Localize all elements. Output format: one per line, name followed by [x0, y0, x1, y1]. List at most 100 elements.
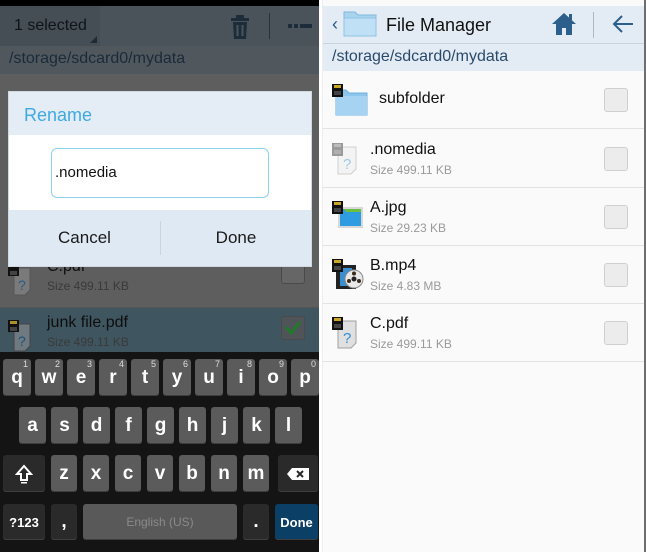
key-label: i [238, 366, 244, 388]
rename-field[interactable] [51, 148, 269, 198]
key-o[interactable]: o9 [259, 359, 287, 396]
key-label: r [109, 366, 117, 388]
key-r[interactable]: r4 [99, 359, 127, 396]
list-item[interactable]: ? C.pdf Size 499.11 KB [323, 304, 644, 362]
comma-key[interactable]: , [51, 504, 77, 540]
row-checkbox[interactable] [604, 147, 628, 171]
list-item[interactable]: A.jpg Size 29.23 KB [323, 188, 644, 246]
key-v[interactable]: v [147, 455, 173, 492]
key-c[interactable]: c [115, 455, 141, 492]
key-e[interactable]: e3 [67, 359, 95, 396]
row-checkbox[interactable] [604, 205, 628, 229]
image-file-icon [332, 201, 364, 233]
file-size: Size 499.11 KB [370, 163, 452, 177]
home-icon[interactable] [551, 12, 577, 36]
key-label: u [203, 366, 215, 388]
key-hint: 7 [214, 359, 220, 369]
key-h[interactable]: h [179, 407, 206, 444]
key-label: q [11, 366, 23, 388]
key-q[interactable]: q1 [3, 359, 31, 396]
file-size: Size 4.83 MB [370, 279, 442, 293]
checkmark-icon [285, 321, 301, 336]
row-checkbox[interactable] [604, 321, 628, 345]
key-w[interactable]: w2 [35, 359, 63, 396]
file-name: junk file.pdf [47, 314, 128, 331]
key-m[interactable]: m [243, 455, 269, 492]
folder-icon [332, 84, 368, 116]
file-name: A.jpg [370, 199, 407, 216]
unknown-file-icon: ? [332, 143, 364, 175]
unknown-file-icon: ? [8, 264, 36, 296]
app-title: File Manager [386, 15, 492, 35]
key-l[interactable]: l [275, 407, 302, 444]
key-hint: 1 [22, 359, 28, 369]
key-s[interactable]: s [51, 407, 78, 444]
svg-text:?: ? [343, 330, 351, 347]
key-hint: 6 [182, 359, 188, 369]
symbols-key[interactable]: ?123 [3, 504, 45, 540]
key-i[interactable]: i8 [227, 359, 255, 396]
soft-keyboard: q1w2e3r4t5y6u7i8o9p0 asdfghjkl zxcvbnm ?… [0, 352, 320, 552]
key-hint: 4 [118, 359, 124, 369]
period-key[interactable]: . [243, 504, 269, 540]
key-hint: 8 [246, 359, 252, 369]
selection-label: 1 selected [14, 17, 87, 34]
screen: 1 selected /storage/sdcard0/mydata ? Siz… [0, 0, 646, 552]
keyboard-done-key[interactable]: Done [275, 504, 318, 540]
up-chevron-icon[interactable]: ‹ [332, 14, 338, 35]
key-t[interactable]: t5 [131, 359, 159, 396]
dialog-title: Rename [24, 105, 93, 125]
key-label: w [41, 366, 57, 388]
key-hint: 9 [278, 359, 284, 369]
folder-icon[interactable] [343, 9, 377, 37]
key-a[interactable]: a [19, 407, 46, 444]
file-size: Size 499.11 KB [47, 279, 129, 293]
file-size: Size 499.11 KB [370, 337, 452, 351]
action-bar: ‹ File Manager [323, 6, 644, 44]
file-name: .nomedia [370, 141, 436, 158]
backspace-key[interactable] [278, 455, 318, 492]
rename-input[interactable] [55, 164, 255, 181]
action-bar: 1 selected [0, 6, 320, 46]
action-divider [269, 13, 270, 39]
key-label: t [141, 366, 149, 388]
key-y[interactable]: y6 [163, 359, 191, 396]
key-d[interactable]: d [83, 407, 110, 444]
file-name: subfolder [379, 90, 445, 107]
space-key[interactable]: English (US) [83, 504, 237, 540]
key-z[interactable]: z [51, 455, 77, 492]
list-item[interactable]: ? .nomedia Size 499.11 KB [323, 130, 644, 188]
key-f[interactable]: f [115, 407, 142, 444]
overflow-menu-icon[interactable] [288, 23, 312, 29]
file-name: C.pdf [370, 315, 409, 332]
key-g[interactable]: g [147, 407, 174, 444]
svg-text:?: ? [343, 156, 351, 173]
list-item[interactable]: B.mp4 Size 4.83 MB [323, 246, 644, 304]
trash-icon[interactable] [229, 14, 251, 40]
unknown-file-icon: ? [332, 317, 364, 349]
shift-icon [15, 463, 33, 483]
unknown-file-icon: ? [8, 320, 36, 352]
selection-dropdown[interactable]: 1 selected [0, 6, 100, 46]
row-checkbox[interactable] [604, 263, 628, 287]
key-x[interactable]: x [83, 455, 109, 492]
list-item[interactable]: subfolder [323, 71, 644, 129]
cancel-button[interactable]: Cancel [9, 210, 160, 266]
key-hint: 2 [54, 359, 60, 369]
key-j[interactable]: j [211, 407, 238, 444]
key-p[interactable]: p0 [291, 359, 319, 396]
file-size: Size 29.23 KB [370, 221, 447, 235]
shift-key[interactable] [3, 455, 45, 492]
key-b[interactable]: b [179, 455, 205, 492]
back-arrow-icon[interactable] [612, 14, 634, 34]
path-text: /storage/sdcard0/mydata [9, 50, 186, 67]
done-button[interactable]: Done [161, 210, 311, 266]
row-checkbox-checked[interactable] [281, 316, 305, 340]
rename-dialog: Rename Cancel Done [8, 91, 312, 267]
key-u[interactable]: u7 [195, 359, 223, 396]
key-hint: 5 [150, 359, 156, 369]
key-k[interactable]: k [243, 407, 270, 444]
svg-text:?: ? [18, 333, 26, 349]
row-checkbox[interactable] [604, 88, 628, 112]
key-n[interactable]: n [211, 455, 237, 492]
